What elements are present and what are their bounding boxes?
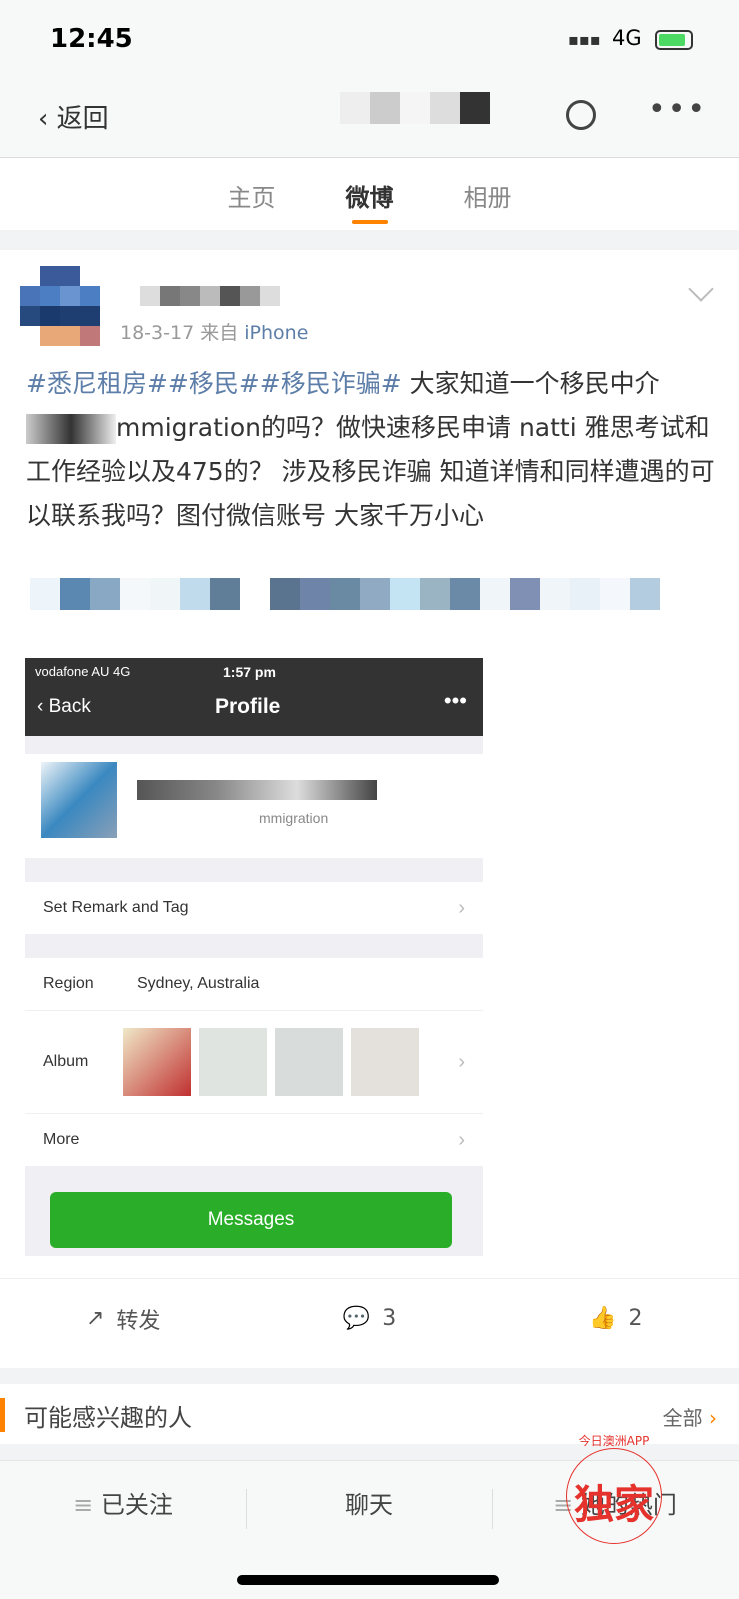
messages-button: Messages: [50, 1192, 452, 1248]
source-prefix: 来自: [200, 322, 239, 344]
recommend-title: 可能感兴趣的人: [24, 1404, 192, 1432]
blurred-avatar: [41, 762, 117, 838]
menu-icon: ≡: [73, 1491, 101, 1519]
wechat-profile-screenshot[interactable]: vodafone AU 4G 1:57 pm ‹ Back Profile ••…: [25, 658, 483, 1256]
row-label: Region: [43, 975, 94, 992]
post-body-1: 大家知道一个移民中介: [401, 369, 660, 398]
row-remark: Set Remark and Tag ›: [25, 882, 483, 934]
clock: 12:45: [50, 24, 133, 54]
chevron-right-icon: ›: [458, 1050, 465, 1073]
more-icon[interactable]: •••: [648, 92, 707, 127]
album-thumbs: [123, 1028, 419, 1096]
chevron-down-icon[interactable]: [688, 276, 714, 302]
comment-icon: 💬: [342, 1306, 371, 1331]
repost-button[interactable]: ↗ 转发: [0, 1279, 246, 1358]
like-count: 2: [628, 1306, 643, 1331]
profile-tabs: 主页 微博 相册: [0, 158, 739, 230]
blurred-title: [340, 92, 490, 124]
post-date: 18-3-17: [120, 322, 195, 344]
wechat-back: ‹ Back: [37, 696, 91, 717]
chevron-right-icon: ›: [709, 1406, 717, 1430]
view-all-label: 全部: [662, 1406, 703, 1430]
chevron-right-icon: ›: [458, 1128, 465, 1151]
blurred-name: [137, 780, 377, 800]
post-text: #悉尼租房##移民##移民诈骗# 大家知道一个移民中介 mmigration的吗？…: [26, 362, 716, 538]
repost-icon: ↗: [85, 1306, 105, 1331]
watermark-main: 独家: [574, 1482, 654, 1528]
wechat-header: vodafone AU 4G 1:57 pm ‹ Back Profile ••…: [25, 658, 483, 736]
avatar[interactable]: [20, 266, 100, 346]
comment-count: 3: [382, 1306, 397, 1331]
watermark-stamp: 今日澳洲APP 独家: [554, 1428, 674, 1558]
tab-weibo[interactable]: 微博: [346, 158, 394, 230]
row-more: More ›: [25, 1114, 483, 1166]
view-all-link[interactable]: 全部 ›: [663, 1402, 717, 1431]
row-label: Set Remark and Tag: [43, 899, 189, 916]
tab-home[interactable]: 主页: [228, 158, 276, 230]
back-button[interactable]: ‹ 返回: [38, 98, 109, 135]
watermark-top: 今日澳洲APP: [578, 1434, 650, 1448]
like-button[interactable]: 👍 2: [493, 1279, 739, 1358]
wechat-profile: mmigration: [25, 754, 483, 858]
search-icon[interactable]: [566, 100, 596, 130]
following-label: 已关注: [100, 1491, 173, 1519]
chevron-right-icon: ›: [458, 896, 465, 919]
weibo-post: 18-3-17 来自 iPhone #悉尼租房##移民##移民诈骗# 大家知道一…: [0, 250, 739, 1368]
status-bar: 12:45 ▪▪▪ 4G: [0, 0, 739, 80]
screenshot-time: 1:57 pm: [223, 664, 276, 680]
blurred-text: [26, 414, 116, 444]
repost-label: 转发: [116, 1308, 161, 1334]
thumbs-up-icon: 👍: [589, 1306, 617, 1331]
wechat-back-label: Back: [48, 696, 91, 717]
post-source: iPhone: [244, 322, 309, 344]
action-bar: ↗ 转发 💬 3 👍 2: [0, 1278, 739, 1358]
profile-sub: mmigration: [259, 810, 329, 826]
wechat-title: Profile: [215, 695, 281, 718]
tab-album[interactable]: 相册: [464, 158, 512, 230]
comment-button[interactable]: 💬 3: [246, 1279, 492, 1358]
accent-bar: [0, 1398, 5, 1432]
nav-bar: ‹ 返回 •••: [0, 80, 739, 158]
more-icon: •••: [443, 688, 467, 713]
post-meta: 18-3-17 来自 iPhone: [120, 318, 308, 345]
home-indicator: [237, 1575, 499, 1585]
row-label: More: [43, 1131, 80, 1148]
back-label: 返回: [56, 104, 109, 134]
row-region: Region Sydney, Australia: [25, 958, 483, 1010]
post-body-2: mmigration的吗？做快速移民申请 natti 雅思考试和工作经验以及47…: [26, 413, 715, 530]
following-button[interactable]: ≡ 已关注: [0, 1485, 246, 1520]
battery-icon: [655, 30, 693, 50]
network-type: 4G: [612, 26, 642, 50]
row-album: Album ›: [25, 1011, 483, 1113]
row-value: Sydney, Australia: [137, 975, 260, 992]
carrier: vodafone AU 4G: [35, 664, 131, 679]
blurred-link: [30, 578, 660, 610]
chat-button[interactable]: 聊天: [246, 1485, 492, 1520]
signal-icon: ▪▪▪: [568, 30, 601, 49]
blurred-username[interactable]: [140, 286, 280, 306]
hashtags[interactable]: #悉尼租房##移民##移民诈骗#: [26, 369, 402, 398]
row-label: Album: [43, 1053, 89, 1070]
